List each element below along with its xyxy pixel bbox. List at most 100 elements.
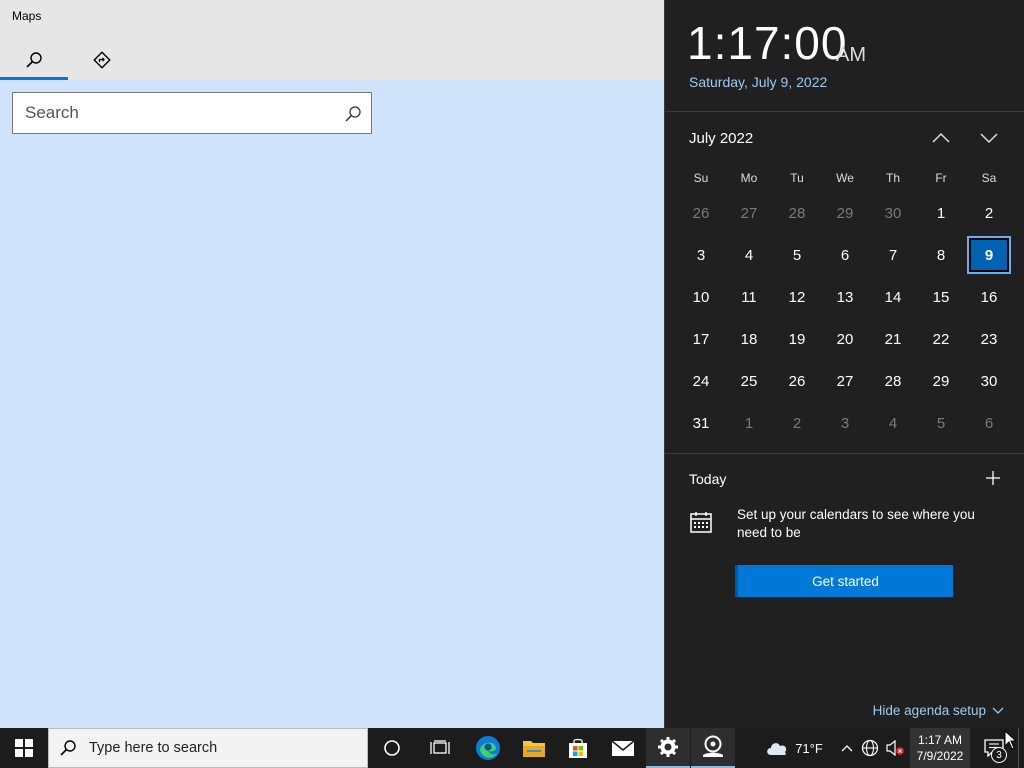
chevron-up-icon — [841, 745, 853, 752]
calendar-day[interactable]: 2 — [965, 192, 1013, 234]
calendar-weeks: 26 27 28 29 30 1 2 3 4 5 6 7 8 9 10 11 12 13 14 15 16 17 18 19 2… — [677, 192, 1013, 444]
network-status[interactable] — [858, 728, 882, 768]
day-of-week-header: Su Mo Tu We Th Fr Sa — [677, 164, 1013, 192]
day-of-week-label: Mo — [740, 171, 758, 185]
taskbar-clock[interactable]: 1:17 AM 7/9/2022 — [910, 728, 970, 768]
calendar-day[interactable]: 27 — [821, 360, 869, 402]
calendar-day[interactable]: 26 — [677, 192, 725, 234]
agenda-setup-message: Set up your calendars to see where you n… — [737, 507, 975, 540]
search-submit-button[interactable] — [341, 102, 365, 126]
search-icon — [345, 106, 361, 122]
calendar-day[interactable]: 25 — [725, 360, 773, 402]
globe-icon — [861, 739, 879, 757]
calendar-day[interactable]: 13 — [821, 276, 869, 318]
calendar-day[interactable]: 2 — [773, 402, 821, 444]
calendar-day[interactable]: 7 — [869, 234, 917, 276]
calendar-day[interactable]: 5 — [917, 402, 965, 444]
calendar-week-row: 3456789 — [677, 234, 1013, 276]
maps-pin-icon — [703, 735, 723, 757]
calendar-day[interactable]: 6 — [821, 234, 869, 276]
calendar-day[interactable]: 12 — [773, 276, 821, 318]
taskbar-search-box[interactable]: Type here to search — [48, 728, 368, 768]
calendar-day[interactable]: 1 — [917, 192, 965, 234]
calendar-day[interactable]: 31 — [677, 402, 725, 444]
calendar-day[interactable]: 11 — [725, 276, 773, 318]
microsoft-store-app[interactable] — [556, 728, 600, 768]
taskbar-time: 1:17 AM — [917, 733, 963, 747]
previous-month-button[interactable] — [925, 124, 957, 152]
tab-search[interactable] — [0, 40, 68, 80]
weather-widget[interactable]: 71°F — [758, 728, 830, 768]
add-event-button[interactable] — [981, 466, 1005, 490]
calendar-day[interactable]: 22 — [917, 318, 965, 360]
calendar-day[interactable]: 23 — [965, 318, 1013, 360]
long-date-link[interactable]: Saturday, July 9, 2022 — [689, 74, 827, 90]
start-button[interactable] — [0, 728, 48, 768]
calendar-day[interactable]: 30 — [965, 360, 1013, 402]
task-view-button[interactable] — [418, 728, 462, 768]
mouse-cursor-icon — [1004, 730, 1018, 750]
calendar-day[interactable]: 8 — [917, 234, 965, 276]
calendar-day[interactable]: 20 — [821, 318, 869, 360]
hide-agenda-setup-link[interactable]: Hide agenda setup — [873, 703, 1004, 718]
mail-icon — [611, 740, 635, 756]
calendar-icon — [690, 512, 712, 533]
calendar-day[interactable]: 10 — [677, 276, 725, 318]
file-explorer-app[interactable] — [512, 728, 556, 768]
calendar-day[interactable]: 29 — [917, 360, 965, 402]
cortana-button[interactable] — [370, 728, 414, 768]
calendar-day[interactable]: 5 — [773, 234, 821, 276]
volume-control[interactable] — [882, 728, 908, 768]
calendar-day[interactable]: 6 — [965, 402, 1013, 444]
tab-directions[interactable] — [68, 40, 136, 80]
calendar-day[interactable]: 3 — [821, 402, 869, 444]
edge-app[interactable] — [466, 728, 510, 768]
calendar-day[interactable]: 28 — [869, 360, 917, 402]
edge-icon — [476, 736, 500, 760]
calendar-day[interactable]: 4 — [725, 234, 773, 276]
calendar-day[interactable]: 30 — [869, 192, 917, 234]
taskbar-search-placeholder: Type here to search — [89, 740, 218, 756]
search-box — [12, 92, 372, 134]
day-of-week-label: We — [836, 171, 854, 185]
calendar-day[interactable]: 4 — [869, 402, 917, 444]
calendar-day[interactable]: 27 — [725, 192, 773, 234]
calendar-day[interactable]: 29 — [821, 192, 869, 234]
chevron-down-icon — [980, 133, 998, 144]
settings-app[interactable] — [646, 728, 690, 768]
mail-app[interactable] — [601, 728, 645, 768]
agenda-today-label: Today — [689, 471, 727, 487]
folder-icon — [523, 741, 545, 757]
calendar-day[interactable]: 14 — [869, 276, 917, 318]
directions-icon — [93, 51, 111, 69]
month-year-label[interactable]: July 2022 — [689, 130, 753, 147]
search-input[interactable] — [13, 93, 333, 133]
calendar-week-row: 24 25 26 27 28 29 30 — [677, 360, 1013, 402]
calendar-day[interactable]: 17 — [677, 318, 725, 360]
calendar-day[interactable]: 16 — [965, 276, 1013, 318]
show-hidden-icons-button[interactable] — [836, 728, 858, 768]
next-month-button[interactable] — [973, 124, 1005, 152]
calendar-day[interactable]: 26 — [773, 360, 821, 402]
search-icon — [60, 740, 76, 756]
search-icon — [26, 52, 42, 68]
calendar-day[interactable]: 15 — [917, 276, 965, 318]
maps-app[interactable] — [691, 728, 735, 768]
calendar-day[interactable]: 3 — [677, 234, 725, 276]
calendar-day[interactable]: 24 — [677, 360, 725, 402]
gear-icon — [658, 737, 678, 757]
divider — [665, 453, 1024, 454]
current-time: 1:17:00 — [687, 17, 848, 69]
taskbar-date: 7/9/2022 — [916, 749, 964, 763]
get-started-button[interactable]: Get started — [735, 565, 953, 597]
calendar-day[interactable]: 18 — [725, 318, 773, 360]
show-desktop-button[interactable] — [1018, 728, 1024, 768]
calendar-day-today[interactable]: 9 — [965, 234, 1013, 276]
calendar-day[interactable]: 21 — [869, 318, 917, 360]
calendar-week-row: 26 27 28 29 30 1 2 — [677, 192, 1013, 234]
calendar-day[interactable]: 28 — [773, 192, 821, 234]
calendar-day[interactable]: 19 — [773, 318, 821, 360]
hide-agenda-label: Hide agenda setup — [872, 703, 986, 718]
maps-header: Maps — [0, 0, 664, 80]
calendar-day[interactable]: 1 — [725, 402, 773, 444]
